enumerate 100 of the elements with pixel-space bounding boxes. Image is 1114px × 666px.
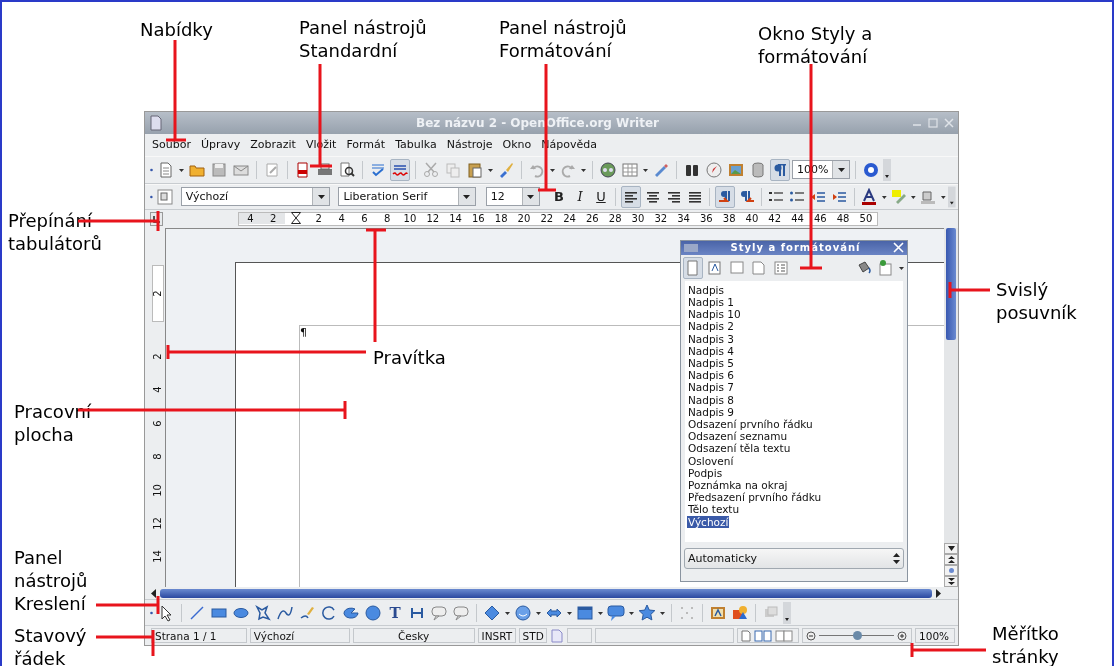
leader-line [948,280,992,300]
style-item[interactable]: Podpis [687,466,724,480]
style-item[interactable]: Nadpis 7 [687,381,736,394]
ruler-number: 8 [152,453,163,460]
ruler-number: 14 [152,550,163,564]
zoom-in-icon[interactable] [897,630,908,641]
menu-item[interactable]: Soubor [152,138,191,152]
selection-mode-status: STD [518,628,547,643]
window-icon [684,242,698,253]
slider-thumb[interactable] [852,630,862,640]
zoom-out-icon[interactable] [806,630,817,641]
ruler-number: 6 [360,213,369,225]
leader-line [94,594,160,616]
callout-label: Pracovní plocha [14,400,91,446]
style-item[interactable]: Nadpis 10 [687,308,742,321]
caret-icon [463,193,471,200]
ruler-number: 4 [337,213,346,225]
format-button[interactable]: I [570,185,590,208]
ruler-number: 6 [152,420,163,427]
ruler-number: 10 [152,483,163,497]
style-item[interactable]: Odsazení těla textu [687,442,792,455]
font-combo[interactable]: Liberation Serif [338,187,476,207]
filter-dropdown[interactable]: Automaticky [684,547,904,569]
text-tool-button[interactable]: T [385,601,405,624]
ruler-number: 12 [152,517,163,530]
ruler-number: 16 [471,213,486,225]
ruler-number: 2 [152,290,163,297]
font-size-combo[interactable]: 12 [485,187,540,207]
style-status: Výchozí [249,628,350,643]
scrollbar-thumb[interactable] [946,227,956,340]
style-item[interactable]: Nadpis 5 [687,357,736,370]
style-item[interactable]: Nadpis 2 [687,320,736,333]
align-icon[interactable] [621,185,642,208]
arrow-left-icon[interactable] [150,588,158,598]
spinner-arrows-icon [893,552,900,564]
status-field [566,628,592,643]
insert-mode-status: INSRT [477,628,516,643]
caret-icon [527,193,535,200]
ruler-number: 48 [835,213,851,225]
style-item[interactable]: Poznámka na okraj [687,479,789,492]
ruler-number: 36 [698,213,714,225]
style-item[interactable]: Odsazení seznamu [687,430,789,443]
navigation-icon[interactable] [947,567,955,575]
indent-marker-icon[interactable] [291,211,301,224]
menu-item[interactable]: Zobrazit [250,138,296,152]
menu-item[interactable]: Úpravy [200,138,241,152]
style-item[interactable]: Nadpis 6 [687,369,736,382]
arrow-down-icon[interactable] [947,546,955,552]
autospellcheck-icon[interactable] [390,158,410,181]
style-item[interactable]: Nadpis 8 [687,393,736,406]
style-item[interactable]: Nadpis 1 [687,296,736,309]
ruler-number: 2 [152,353,163,360]
ruler-number: 40 [744,213,760,225]
format-button[interactable]: U [591,185,611,208]
style-item[interactable]: Odsazení prvního řádku [687,418,814,431]
style-item[interactable]: Nadpis 3 [687,332,736,345]
horizontal-scrollbar-thumb[interactable] [160,588,932,598]
zoom-slider[interactable] [819,630,895,641]
style-item[interactable]: Výchozí [687,515,730,528]
menu-item[interactable]: Tabulka [395,138,437,152]
callout-label: Nabídky [140,18,213,41]
book-view-icon[interactable] [775,629,794,642]
left-to-right-icon[interactable] [715,185,736,208]
ruler-number: 44 [790,213,805,225]
ruler-number: 14 [448,213,463,225]
ruler-number: 22 [539,213,555,225]
ruler-number: 4 [239,213,262,225]
ruler-number: 34 [676,213,691,225]
menu-item[interactable]: Nástroje [446,138,493,152]
ruler-number: 28 [607,213,623,225]
toolbar-overflow-icon[interactable] [883,158,891,181]
style-item[interactable]: Oslovení [687,454,735,467]
ruler-number: 26 [585,213,600,225]
style-item[interactable]: Nadpis 9 [687,405,736,418]
ruler-number: 12 [425,213,441,225]
ruler-number: 2 [314,213,323,225]
style-item[interactable]: Nadpis [687,283,725,296]
arrow-right-icon[interactable] [934,588,942,598]
style-item[interactable]: Předsazení prvního řádku [687,491,823,504]
page-status: Strana 1 / 1 [151,628,247,643]
two-pages-icon[interactable] [754,629,773,642]
style-combo[interactable]: Výchozí [180,187,331,207]
caret-icon [837,166,845,173]
toolbar-overflow-icon[interactable] [783,601,791,624]
ruler-number: 46 [812,213,828,225]
menu-item[interactable]: Okno [502,138,532,152]
pilcrow-icon[interactable] [770,158,790,181]
format-button[interactable]: B [549,185,569,208]
ruler-number: 8 [383,213,392,225]
style-item[interactable]: Nadpis 4 [687,344,736,357]
vertical-scrollbar[interactable] [944,227,958,588]
single-page-icon[interactable] [741,629,752,642]
ruler-number: 2 [261,213,285,225]
app-icon [149,114,163,131]
menu-item[interactable]: Formát [346,138,386,152]
toolbar-overflow-icon[interactable] [948,185,956,208]
caret-icon [317,193,325,200]
ruler-number: 50 [858,213,874,225]
language-status: Česky [352,628,475,643]
style-item[interactable]: Tělo textu [687,503,741,516]
